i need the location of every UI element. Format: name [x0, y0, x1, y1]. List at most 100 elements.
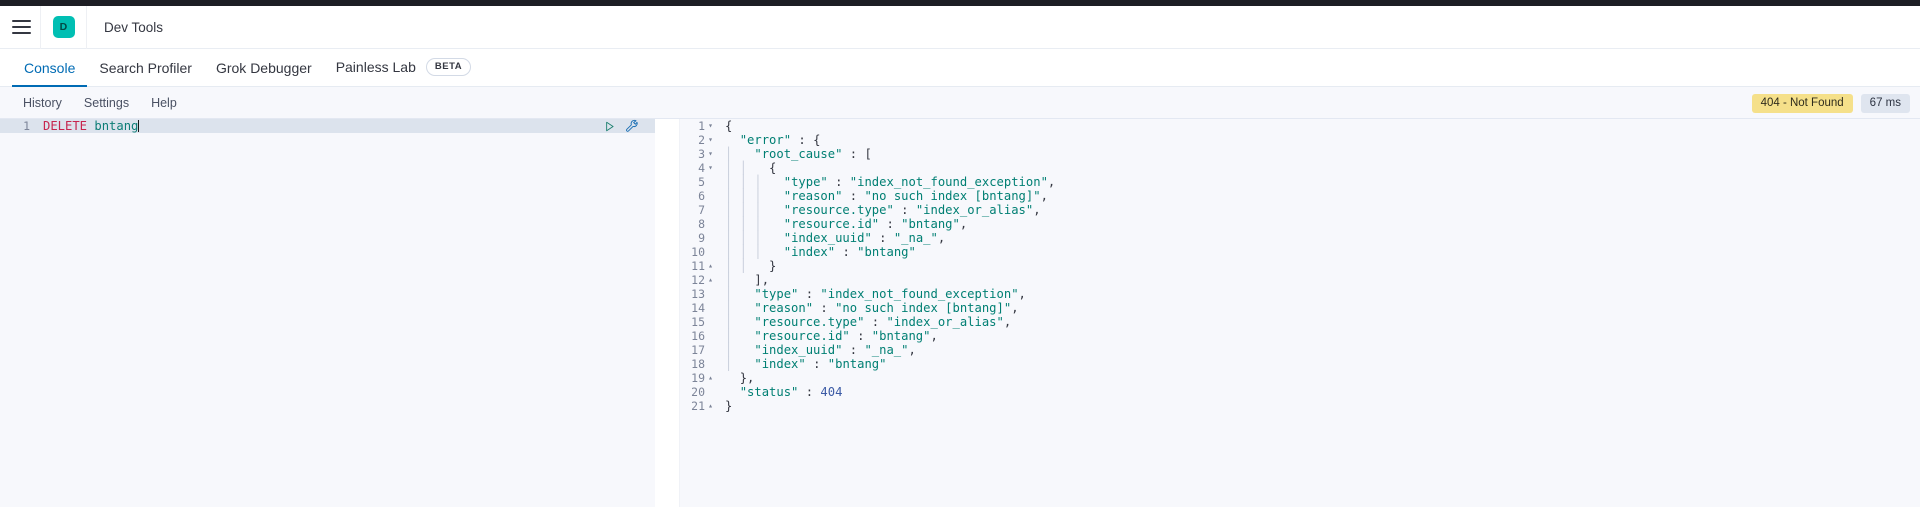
response-output-pane[interactable]: 1 ▾{2 ▾ "error" : {3 ▾ │ "root_cause" : [4 ▾ │… [680, 119, 1920, 507]
response-line-content: │ │ │ "resource.id" : "bntang", [725, 217, 968, 231]
request-editor-pane[interactable]: 1 DELETE bntang [0, 119, 655, 507]
response-line-number: 2 ▾ [698, 132, 713, 147]
response-line[interactable]: 20 "status" : 404 [680, 385, 1920, 399]
response-line[interactable]: 3 ▾ │ "root_cause" : [ [680, 147, 1920, 161]
tab-grok-debugger-label: Grok Debugger [215, 60, 312, 76]
response-line-number: 9 [698, 231, 705, 245]
response-line[interactable]: 15 │ "resource.type" : "index_or_alias", [680, 315, 1920, 329]
page-title: Dev Tools [104, 19, 164, 35]
hamburger-menu-button[interactable] [0, 5, 41, 49]
response-line[interactable]: 8 │ │ │ "resource.id" : "bntang", [680, 217, 1920, 231]
elastic-logo: D [52, 16, 75, 38]
response-line[interactable]: 9 │ │ │ "index_uuid" : "_na_", [680, 231, 1920, 245]
response-line-number: 10 [691, 245, 705, 259]
response-line[interactable]: 14 │ "reason" : "no such index [bntang]", [680, 301, 1920, 315]
response-line-content: │ │ { [725, 161, 777, 175]
console-toolbar: History Settings Help 404 - Not Found 67… [0, 87, 1920, 119]
response-line-number: 8 [698, 217, 705, 231]
app-logo-button[interactable]: D [41, 5, 87, 49]
response-line[interactable]: 11 ▴ │ │ } [680, 259, 1920, 273]
response-line[interactable]: 1 ▾ { [680, 119, 1920, 133]
response-line-content: │ "resource.id" : "bntang", [725, 329, 938, 343]
response-line-number: 15 [691, 315, 705, 329]
tab-search-profiler-label: Search Profiler [99, 60, 192, 76]
response-line-content: { [725, 119, 733, 133]
response-line-content: │ "type" : "index_not_found_exception", [725, 287, 1026, 301]
settings-button[interactable]: Settings [73, 87, 140, 119]
response-line-content: │ │ │ "index" : "bntang" [725, 245, 916, 259]
pane-divider[interactable] [655, 119, 680, 507]
response-line-number: 21 ▴ [691, 398, 713, 413]
http-method-token: DELETE [43, 119, 88, 133]
response-line-content: │ │ │ "reason" : "no such index [bntang]… [725, 189, 1048, 203]
response-line-number: 17 [691, 343, 705, 357]
response-line[interactable]: 12 ▴ │ ], [680, 273, 1920, 287]
wrench-icon[interactable] [625, 119, 639, 133]
response-line[interactable]: 17 │ "index_uuid" : "_na_", [680, 343, 1920, 357]
response-line-number: 18 [691, 357, 705, 371]
editor-line-content[interactable]: DELETE bntang [36, 119, 655, 133]
response-line-number: 14 [691, 301, 705, 315]
response-line-number: 12 ▴ [691, 272, 713, 287]
play-triangle-icon[interactable] [603, 120, 616, 133]
response-line[interactable]: 19 ▴ }, [680, 371, 1920, 385]
response-line[interactable]: 10 │ │ │ "index" : "bntang" [680, 245, 1920, 259]
response-line[interactable]: 4 ▾ │ │ { [680, 161, 1920, 175]
response-line-content: "error" : { [739, 133, 821, 147]
editor-line-1[interactable]: 1 DELETE bntang [0, 119, 655, 133]
response-line[interactable]: 5 │ │ │ "type" : "index_not_found_excepti… [680, 175, 1920, 189]
response-line-number: 1 ▾ [698, 119, 713, 133]
response-line[interactable]: 7 │ │ │ "resource.type" : "index_or_alias… [680, 203, 1920, 217]
response-line[interactable]: 16 │ "resource.id" : "bntang", [680, 329, 1920, 343]
response-line-content: │ "index_uuid" : "_na_", [725, 343, 916, 357]
response-line-number: 13 [691, 287, 705, 301]
response-line-number: 16 [691, 329, 705, 343]
request-editor[interactable]: 1 DELETE bntang [0, 119, 655, 133]
tab-console-label: Console [24, 60, 76, 76]
response-line[interactable]: 18 │ "index" : "bntang" [680, 357, 1920, 371]
dev-tools-app: D Dev Tools Console Search Profiler Grok… [0, 0, 1920, 507]
status-badge: 404 - Not Found [1751, 93, 1853, 113]
response-line-content: │ │ │ "resource.type" : "index_or_alias"… [725, 203, 1041, 217]
response-line-content: "status" : 404 [739, 385, 843, 399]
primary-tabs: Console Search Profiler Grok Debugger Pa… [0, 49, 1920, 87]
beta-badge: BETA [425, 58, 472, 76]
response-line[interactable]: 21 ▴} [680, 399, 1920, 413]
response-line-content: │ │ │ "type" : "index_not_found_exceptio… [725, 175, 1056, 189]
response-line-content: }, [739, 371, 755, 385]
duration-badge: 67 ms [1860, 93, 1910, 113]
response-line-number: 4 ▾ [698, 160, 713, 175]
tab-painless-lab[interactable]: Painless Lab BETA [324, 58, 484, 86]
response-line[interactable]: 2 ▾ "error" : { [680, 133, 1920, 147]
tab-search-profiler[interactable]: Search Profiler [87, 60, 204, 86]
editor-actions [603, 119, 639, 133]
response-line-number: 7 [698, 203, 705, 217]
response-line-content: │ │ │ "index_uuid" : "_na_", [725, 231, 946, 245]
response-line-content: │ "resource.type" : "index_or_alias", [725, 315, 1012, 329]
editor-line-number: 1 [23, 119, 30, 133]
response-line-content: │ "root_cause" : [ [725, 147, 872, 161]
tab-painless-lab-label: Painless Lab [335, 59, 416, 75]
response-line-number: 20 [691, 385, 705, 399]
response-line-number: 11 ▴ [691, 258, 713, 273]
response-editor[interactable]: 1 ▾{2 ▾ "error" : {3 ▾ │ "root_cause" : [4 ▾ │… [680, 119, 1920, 413]
response-line-content: │ "index" : "bntang" [725, 357, 887, 371]
help-button[interactable]: Help [140, 87, 188, 119]
response-line-number: 3 ▾ [698, 146, 713, 161]
response-line-number: 5 [698, 175, 705, 189]
response-line-content: │ │ } [725, 259, 777, 273]
response-line[interactable]: 13 │ "type" : "index_not_found_exception"… [680, 287, 1920, 301]
response-line-number: 19 ▴ [691, 370, 713, 385]
text-caret [138, 120, 140, 132]
response-line-content: │ "reason" : "no such index [bntang]", [725, 301, 1019, 315]
history-button[interactable]: History [12, 87, 73, 119]
response-line-number: 6 [698, 189, 705, 203]
console-split: 1 DELETE bntang 1 ▾ {2 ▾ "error": {3 … [0, 119, 1920, 507]
hamburger-menu-icon [11, 20, 31, 34]
index-name-token: bntang [94, 119, 139, 133]
response-line[interactable]: 6 │ │ │ "reason" : "no such index [bntang… [680, 189, 1920, 203]
tab-console[interactable]: Console [12, 60, 88, 87]
response-line-content: } [725, 399, 733, 413]
app-header: D Dev Tools [0, 5, 1920, 49]
tab-grok-debugger[interactable]: Grok Debugger [204, 60, 324, 86]
